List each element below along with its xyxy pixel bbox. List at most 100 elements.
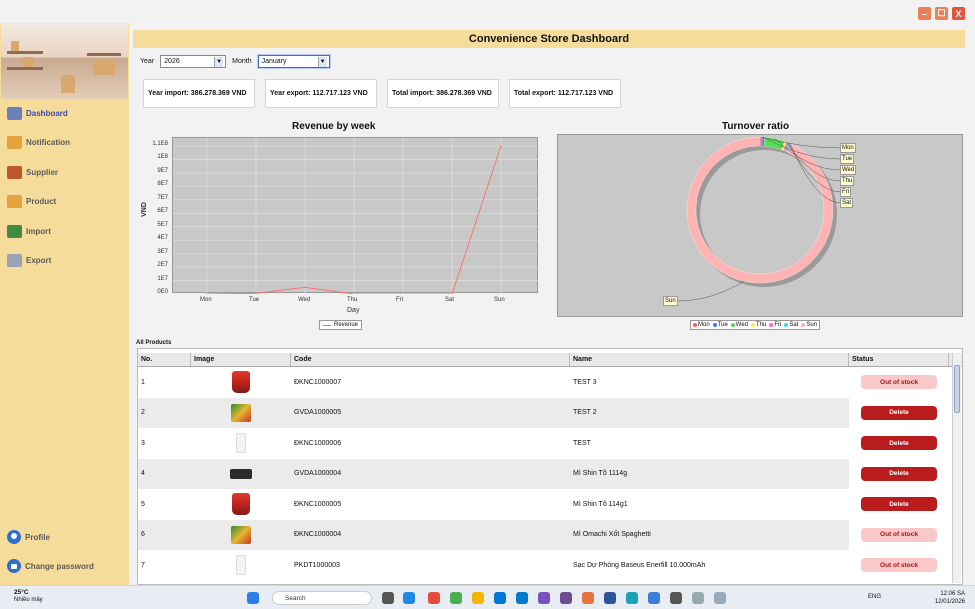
sidebar-item-label: Product [26,196,57,206]
app-icon[interactable] [648,592,660,604]
sidebar-item-notification[interactable]: Notification [7,134,70,150]
legend-item-sat: Sat [784,322,798,328]
table-row[interactable]: 3 ĐKNC1000006 TEST Delete [138,428,962,459]
sidebar-item-label: Import [26,226,51,236]
out-of-stock-badge: Out of stock [861,375,937,390]
legend-label: Fri [774,322,782,328]
app-icon[interactable] [560,592,572,604]
legend-label: Wed [735,322,749,328]
export-icon [7,253,22,267]
sidebar-item-label: Notification [26,137,70,147]
revenue-point-thu [353,293,355,295]
chevron-down-icon: ▼ [214,56,224,67]
table-scrollbar[interactable] [952,353,961,583]
stat-total-import: Total import: 386.278.369 VND [387,79,499,108]
revenue-point-wed [304,286,306,289]
table-row[interactable]: 5 ĐKNC1000005 Mì Shin Tô 114g1 Delete [138,489,962,520]
taskbar-search[interactable]: Search [272,591,372,605]
app-icon[interactable] [582,592,594,604]
maximize-button[interactable]: ☐ [935,7,948,20]
x-tick-label: Tue [249,297,260,303]
stat-text: Total import: 386.278.369 VND [392,90,492,97]
year-select[interactable]: 2026 ▼ [160,55,227,68]
y-tick-label: 3E7 [157,248,168,255]
table-row[interactable]: 1 ĐKNC1000007 TEST 3 Out of stock [138,367,962,398]
out-of-stock-badge: Out of stock [861,558,937,573]
search-text: Search [285,594,306,602]
delete-button[interactable]: Delete [861,436,937,451]
app-icon[interactable] [626,592,638,604]
y-tick-label: 6E7 [157,208,168,215]
sidebar-item-dashboard[interactable]: Dashboard [7,105,68,121]
minimize-button[interactable]: – [918,7,931,20]
y-tick-label: 1E8 [157,154,168,161]
table-row[interactable]: 7 PKDT1000003 Sạc Dự Phòng Baseus Enerfill… [138,550,962,581]
y-tick-label: 1,1E8 [152,141,168,147]
windows-start-icon[interactable] [247,592,259,604]
table-row[interactable]: 4 GVDA1000004 Mì Shin Tô 1114g Delete [138,458,962,489]
column-header-image[interactable]: Image [191,353,291,366]
sidebar-item-product[interactable]: Product [7,193,56,209]
app-icon[interactable] [692,592,704,604]
weather-widget[interactable]: 25°C Nhiều mây [14,589,43,604]
column-header-code[interactable]: Code [291,353,570,366]
sidebar-item-profile[interactable]: Profile [7,529,50,545]
product-name: Mì Omachi Xốt Spaghetti [570,519,849,550]
revenue-point-fri [402,293,404,295]
year-value: 2026 [164,58,180,65]
sidebar-item-supplier[interactable]: Supplier [7,164,58,180]
clock[interactable]: 12:06 SA 12/01/2026 [935,590,965,606]
product-image-cell [191,519,291,550]
java-app-icon[interactable] [714,592,726,604]
edge-icon[interactable] [403,592,415,604]
legend-label: Revenue [334,322,359,328]
delete-button[interactable]: Delete [861,405,937,420]
word-icon[interactable] [604,592,616,604]
delete-button[interactable]: Delete [861,497,937,512]
page-title: Convenience Store Dashboard [468,33,630,45]
x-tick-label: Sun [494,297,505,303]
bell-icon [7,135,22,149]
scrollbar-thumb[interactable] [954,365,960,413]
app-icon[interactable] [670,592,682,604]
product-image-cell [191,458,291,489]
close-button[interactable]: X [952,7,965,20]
app-icon[interactable] [428,592,440,604]
store-logo-image [1,23,128,99]
all-products-label: All Products [136,340,172,346]
column-header-name[interactable]: Name [570,353,849,366]
sidebar-item-label: Supplier [26,167,59,177]
legend-item-tue: Tue [712,322,728,328]
visual-studio-icon[interactable] [538,592,550,604]
column-header-no[interactable]: No. [138,353,191,366]
legend-label: Tue [717,322,728,328]
column-header-status[interactable]: Status [849,353,949,366]
chrome-icon[interactable] [450,592,462,604]
table-row[interactable]: 6 ĐKNC1000004 Mì Omachi Xốt Spaghetti Out o… [138,519,962,550]
sidebar-item-import[interactable]: Import [7,223,51,239]
task-view-icon[interactable] [382,592,394,604]
product-thumbnail [231,403,251,422]
y-tick-label: 7E7 [157,194,168,201]
sidebar-item-export[interactable]: Export [7,252,51,268]
stat-year-import: Year import: 386.278.369 VND [143,79,255,108]
delete-button[interactable]: Delete [861,466,937,481]
folder-icon[interactable] [472,592,484,604]
y-tick-label: 2E7 [157,262,168,269]
store-icon[interactable] [494,592,506,604]
stat-text: Total export: 112.717.123 VND [514,90,614,97]
legend-dot [712,323,717,327]
sidebar-item-label: Change password [25,561,94,571]
product-thumbnail [236,555,246,576]
x-tick-label: Wed [298,297,311,303]
language-indicator[interactable]: ENG [868,594,881,600]
product-image-cell [191,367,291,398]
sidebar-item-change-password[interactable]: Change password [7,558,94,574]
revenue-point-tue [255,292,257,295]
product-code: ĐKNC1000007 [294,378,342,386]
table-row[interactable]: 2 GVDA1000005 TEST 2 Delete [138,397,962,428]
vscode-icon[interactable] [516,592,528,604]
store-icon [7,165,22,179]
month-select[interactable]: January ▼ [257,55,330,68]
status-cell: Delete [849,489,949,520]
